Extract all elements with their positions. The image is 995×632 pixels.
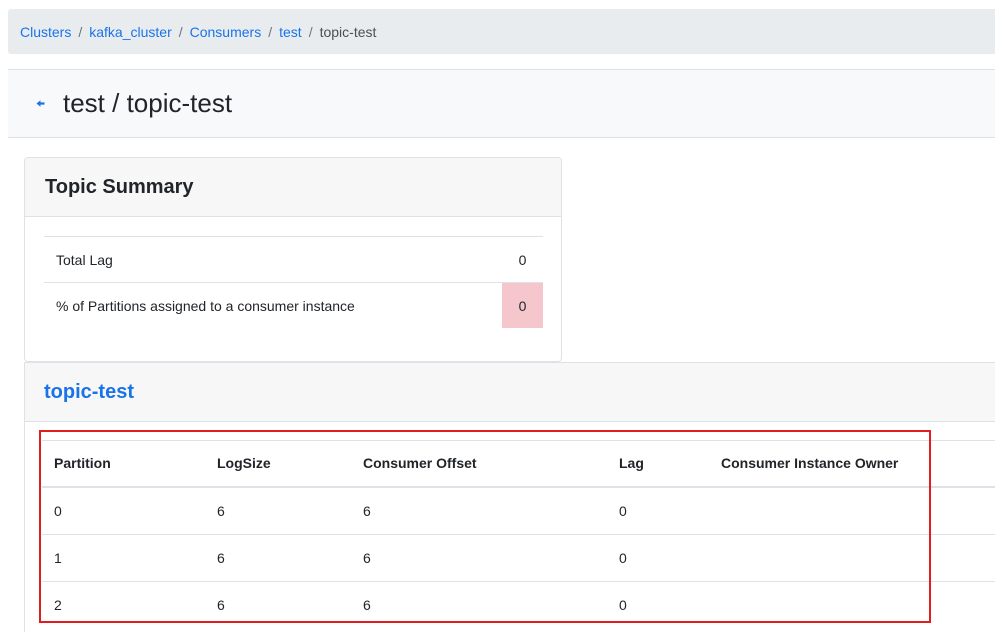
breadcrumb-separator: /: [178, 23, 183, 40]
cell-lag: 0: [607, 486, 709, 534]
page-header: test / topic-test: [8, 69, 995, 138]
cell-consumer-offset: 6: [351, 533, 607, 581]
cell-logsize: 6: [205, 486, 351, 534]
table-row: 0 6 6 0: [42, 486, 995, 534]
breadcrumb-separator: /: [78, 23, 83, 40]
cell-consumer-offset: 6: [351, 580, 607, 628]
cell-logsize: 6: [205, 533, 351, 581]
cell-lag: 0: [607, 580, 709, 628]
cell-partition: 1: [42, 533, 205, 581]
cell-partition: 2: [42, 580, 205, 628]
partition-table: Partition LogSize Consumer Offset Lag Co…: [42, 440, 995, 628]
summary-label: % of Partitions assigned to a consumer i…: [44, 282, 502, 328]
breadcrumb-link-consumer[interactable]: test: [279, 24, 302, 40]
table-header-row: Partition LogSize Consumer Offset Lag Co…: [42, 440, 995, 488]
breadcrumb-link-cluster[interactable]: kafka_cluster: [89, 24, 171, 40]
summary-row-partitions-assigned: % of Partitions assigned to a consumer i…: [44, 282, 543, 328]
breadcrumb: Clusters / kafka_cluster / Consumers / t…: [8, 9, 995, 54]
breadcrumb-current: topic-test: [319, 23, 377, 40]
column-header-lag: Lag: [607, 440, 709, 488]
cell-partition: 0: [42, 486, 205, 534]
cell-logsize: 6: [205, 580, 351, 628]
topic-card-header: topic-test: [25, 363, 995, 422]
cell-owner: [709, 580, 995, 628]
breadcrumb-separator: /: [268, 23, 273, 40]
breadcrumb-separator: /: [308, 23, 313, 40]
summary-row-total-lag: Total Lag 0: [44, 236, 543, 283]
topic-summary-title: Topic Summary: [45, 175, 194, 198]
cell-lag: 0: [607, 533, 709, 581]
cell-owner: [709, 486, 995, 534]
cell-consumer-offset: 6: [351, 486, 607, 534]
summary-value-danger: 0: [502, 282, 543, 328]
summary-label: Total Lag: [44, 236, 502, 283]
breadcrumb-link-clusters[interactable]: Clusters: [20, 24, 71, 40]
table-row: 2 6 6 0: [42, 580, 995, 628]
column-header-owner: Consumer Instance Owner: [709, 440, 995, 488]
topic-summary-header: Topic Summary: [25, 158, 561, 217]
column-header-logsize: LogSize: [205, 440, 351, 488]
cell-owner: [709, 533, 995, 581]
topic-summary-card: Topic Summary Total Lag 0 % of Partition…: [24, 157, 562, 362]
summary-value: 0: [502, 236, 543, 283]
column-header-partition: Partition: [42, 440, 205, 488]
arrow-left-icon[interactable]: [36, 99, 45, 108]
page-title: test / topic-test: [63, 88, 233, 118]
topic-name-link[interactable]: topic-test: [44, 381, 134, 404]
column-header-consumer-offset: Consumer Offset: [351, 440, 607, 488]
summary-table: Total Lag 0 % of Partitions assigned to …: [44, 236, 543, 328]
breadcrumb-link-consumers[interactable]: Consumers: [190, 24, 262, 40]
table-row: 1 6 6 0: [42, 533, 995, 581]
